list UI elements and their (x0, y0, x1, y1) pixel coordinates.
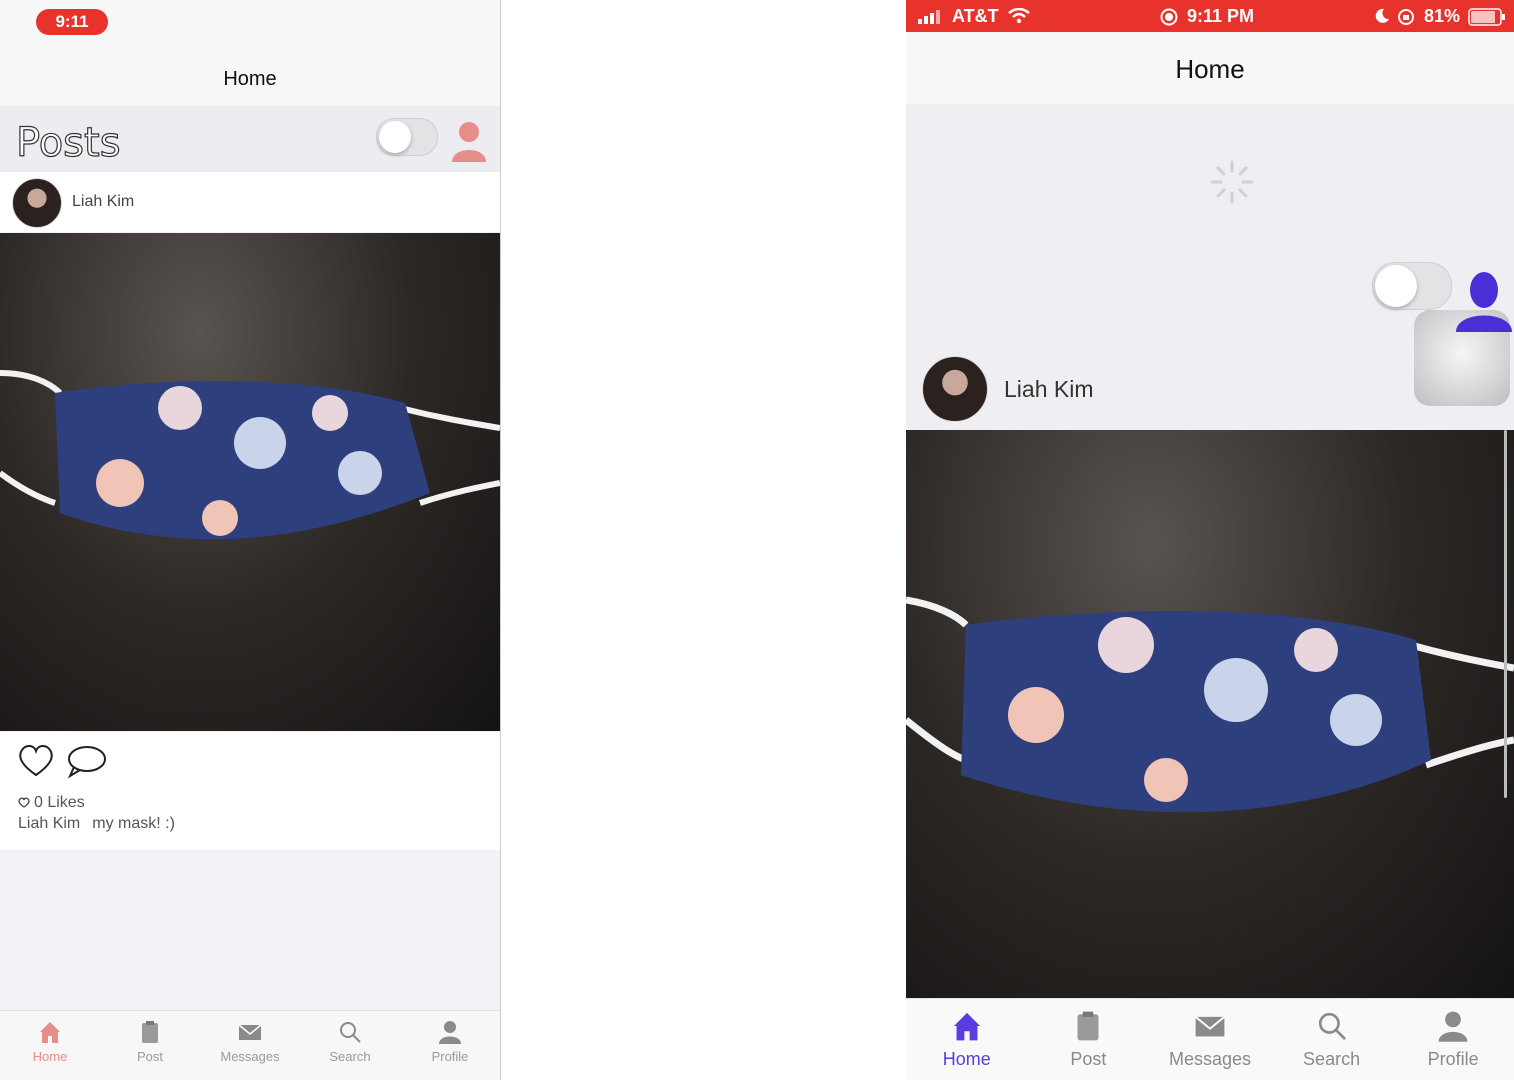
toggle-knob (1375, 265, 1417, 307)
likes-count: 0 Likes (18, 794, 85, 812)
mask-photo-image (0, 370, 500, 540)
profile-person-icon[interactable] (1454, 268, 1514, 332)
tab-label: Search (329, 1049, 371, 1064)
post-photo[interactable] (0, 233, 500, 731)
tab-label: Post (1070, 1049, 1107, 1069)
comment-icon[interactable] (64, 744, 108, 780)
tab-home[interactable]: Home (906, 999, 1028, 1080)
battery-icon (1468, 8, 1505, 26)
tab-profile[interactable]: Profile (1392, 999, 1514, 1080)
tab-home[interactable]: Home (0, 1011, 100, 1080)
status-time: 9:11 (36, 9, 108, 35)
tab-messages[interactable]: Messages (200, 1011, 300, 1080)
tab-messages[interactable]: Messages (1149, 999, 1271, 1080)
navigation-bar: Home (906, 32, 1514, 104)
magnifier-icon (1318, 1012, 1346, 1041)
likes-label: 0 Likes (34, 794, 85, 811)
home-icon (40, 1022, 60, 1043)
status-bar: AT&T 9:11 PM 81% (906, 0, 1514, 32)
battery-percent: 81% (1424, 6, 1461, 26)
recording-icon (1160, 8, 1178, 26)
post-photo[interactable] (906, 430, 1514, 998)
post-author-row[interactable]: Liah Kim (906, 350, 1514, 430)
tab-label: Home (942, 1049, 991, 1069)
clipboard-icon (142, 1021, 158, 1043)
signal-icon (918, 10, 940, 24)
mask-photo-image (906, 596, 1514, 813)
posts-header: Posts (0, 106, 500, 172)
toggle-switch[interactable] (1372, 262, 1452, 310)
tab-label: Home (32, 1049, 68, 1064)
toggle-switch[interactable] (376, 118, 438, 156)
left-phone-screen: 9:11 Home Posts Liah Kim 0 Likes Liah Ki… (0, 0, 501, 1080)
person-icon (1438, 1011, 1468, 1042)
home-icon (953, 1012, 980, 1041)
post-actions: 0 Likes Liah Kim my mask! :) (0, 732, 500, 850)
tab-label: Profile (431, 1049, 469, 1064)
tab-search[interactable]: Search (1271, 999, 1393, 1080)
page-title: Home (223, 68, 277, 90)
tab-profile[interactable]: Profile (400, 1011, 500, 1080)
tab-bar: Home Post Messages Search Profile (0, 1010, 500, 1080)
tab-post[interactable]: Post (100, 1011, 200, 1080)
tab-bar: Home Post Messages Search Profile (906, 998, 1514, 1080)
heart-icon[interactable] (16, 742, 56, 778)
avatar[interactable] (12, 178, 62, 228)
person-icon (439, 1021, 461, 1044)
scrollbar[interactable] (1504, 430, 1507, 798)
post-author-row[interactable]: Liah Kim (0, 172, 500, 232)
carrier: AT&T (952, 6, 999, 26)
tab-label: Search (1303, 1049, 1361, 1069)
post-author-name[interactable]: Liah Kim (1004, 376, 1093, 403)
magnifier-icon (340, 1022, 361, 1043)
orientation-lock-icon (1398, 9, 1414, 25)
caption-text: my mask! :) (92, 815, 175, 832)
profile-person-icon[interactable] (448, 118, 490, 162)
wifi-icon (1008, 8, 1030, 24)
tab-search[interactable]: Search (300, 1011, 400, 1080)
moon-icon (1375, 8, 1389, 23)
toggle-knob (379, 121, 411, 153)
navigation-bar: 9:11 Home (0, 0, 500, 107)
envelope-icon (1194, 1016, 1225, 1037)
tab-label: Profile (1427, 1049, 1479, 1069)
caption-author[interactable]: Liah Kim (18, 815, 80, 832)
tab-label: Messages (1168, 1049, 1251, 1069)
page-title: Home (1175, 54, 1245, 84)
posts-title: Posts (15, 119, 121, 166)
status-time: 9:11 PM (1187, 6, 1255, 26)
avatar[interactable] (922, 356, 988, 422)
tab-label: Messages (220, 1049, 280, 1064)
clipboard-icon (1077, 1011, 1099, 1041)
post-author-name[interactable]: Liah Kim (72, 193, 134, 211)
small-heart-icon (18, 797, 30, 808)
caption: Liah Kim my mask! :) (18, 815, 175, 833)
envelope-icon (238, 1024, 262, 1040)
loading-spinner-icon (1210, 160, 1254, 204)
tab-post[interactable]: Post (1028, 999, 1150, 1080)
right-phone-screen: AT&T 9:11 PM 81% Home Liah Kim Home Post… (906, 0, 1514, 1080)
tab-label: Post (136, 1049, 163, 1064)
